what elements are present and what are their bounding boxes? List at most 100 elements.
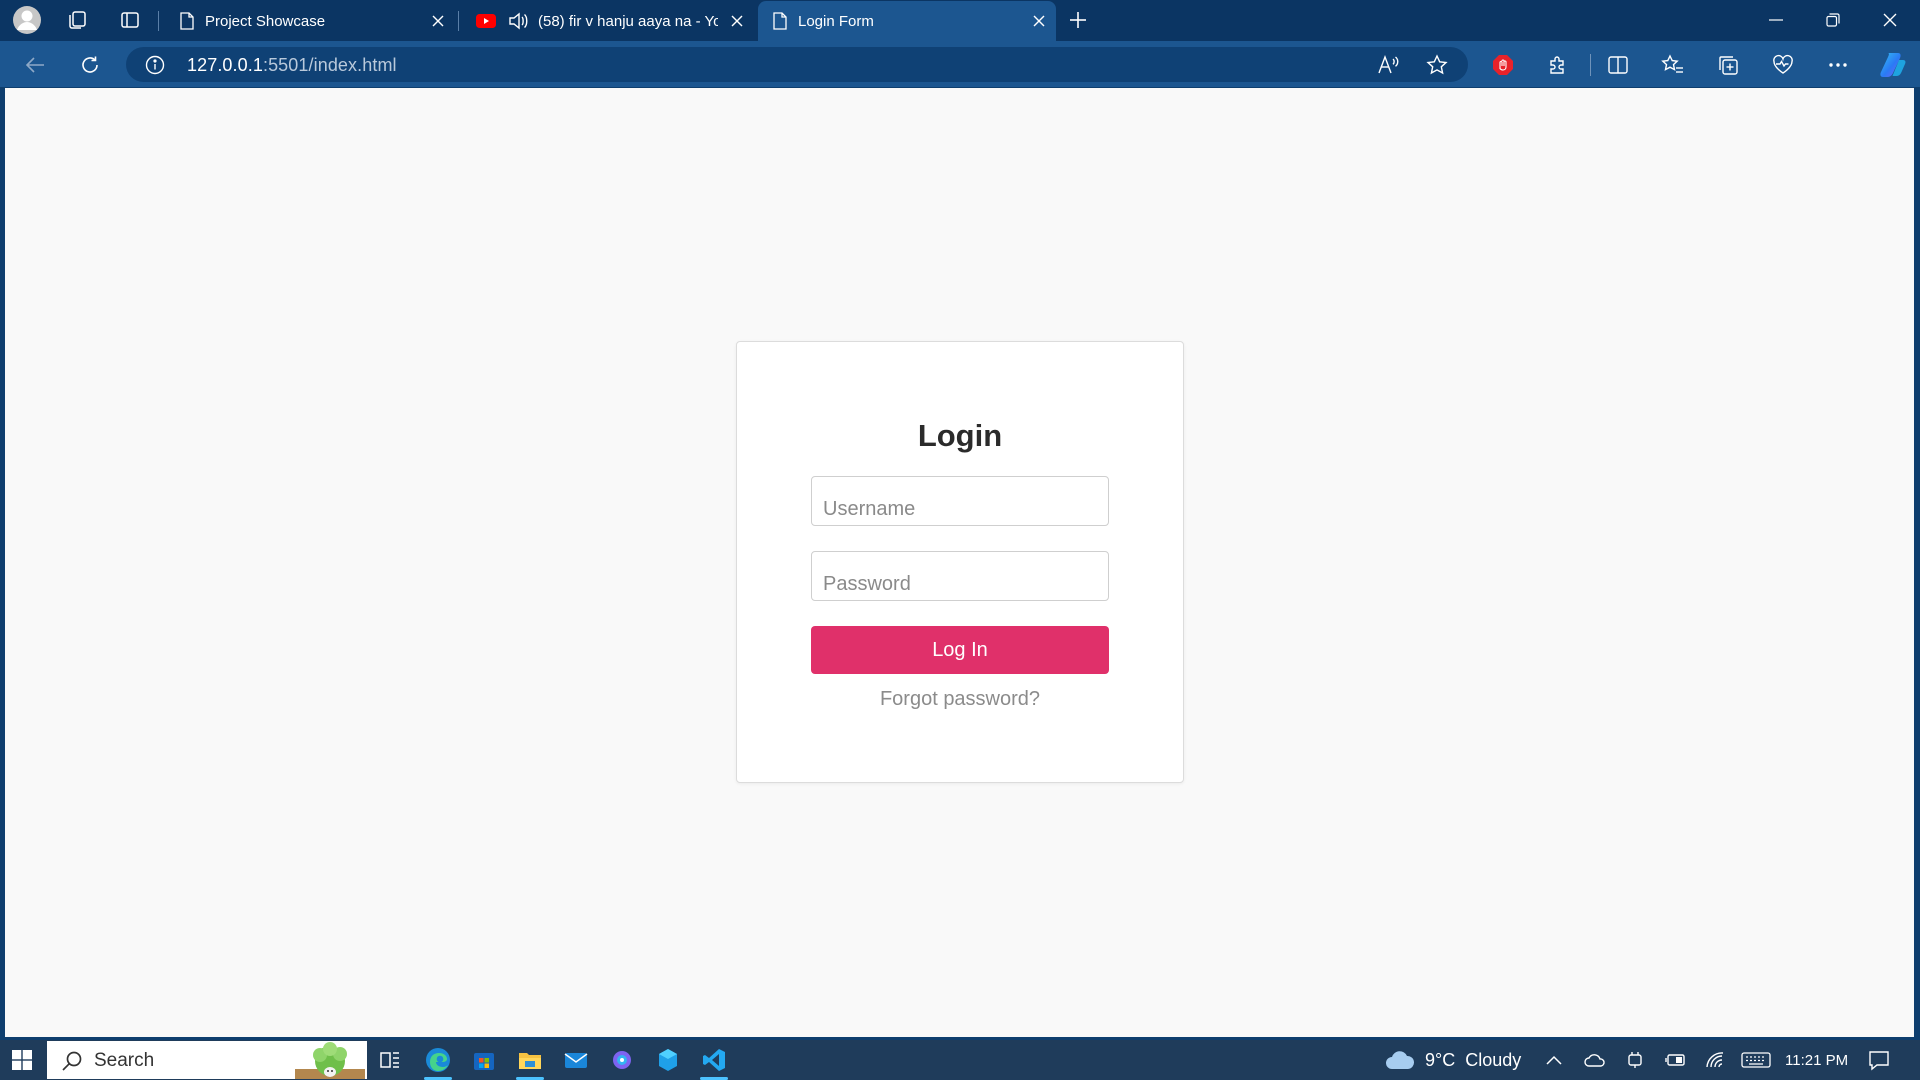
close-window-button[interactable]: [1862, 0, 1918, 40]
keyboard-icon: [1741, 1052, 1771, 1068]
device-icon: [1628, 1052, 1642, 1068]
refresh-button[interactable]: [73, 48, 107, 82]
login-title: Login: [917, 418, 1003, 453]
notification-icon: [1869, 1051, 1889, 1071]
edge-icon: [426, 1048, 450, 1072]
taskbar-edge[interactable]: [416, 1040, 460, 1080]
new-tab-button[interactable]: [1061, 3, 1095, 37]
tab-title: Project Showcase: [205, 12, 326, 30]
taskbar-edge-dev[interactable]: [646, 1040, 690, 1080]
edge-dev-icon: [659, 1049, 677, 1071]
meet-now-tray[interactable]: [1627, 1040, 1643, 1080]
url-path: :5501/index.html: [262, 55, 397, 75]
taskbar-file-explorer[interactable]: [508, 1040, 552, 1080]
forgot-password-link[interactable]: Forgot password?: [737, 688, 1183, 711]
address-bar[interactable]: 127.0.0.1:5501/index.html: [126, 47, 1468, 82]
read-aloud-icon[interactable]: [1377, 55, 1399, 75]
browser-essentials-button[interactable]: [1766, 48, 1800, 82]
close-icon[interactable]: [1030, 12, 1048, 30]
extensions-button[interactable]: [1541, 48, 1575, 82]
password-input[interactable]: [811, 551, 1109, 601]
windows-logo-icon: [12, 1050, 32, 1070]
taskbar-store[interactable]: [462, 1040, 506, 1080]
username-input[interactable]: [811, 476, 1109, 526]
back-button[interactable]: [18, 48, 52, 82]
heart-pulse-icon: [1773, 54, 1793, 74]
adblock-extension-button[interactable]: [1486, 48, 1520, 82]
chevron-up-icon: [1546, 1055, 1562, 1065]
tab-login-form[interactable]: Login Form: [758, 1, 1056, 41]
clock-time: 11:21 PM: [1785, 1051, 1849, 1069]
audio-playing-icon[interactable]: [508, 12, 528, 30]
tab-youtube[interactable]: (58) fir v hanju aaya na - YouTube: [462, 1, 754, 41]
split-screen-icon: [1608, 56, 1628, 74]
clock[interactable]: 11:21 PM: [1785, 1040, 1848, 1080]
close-icon[interactable]: [429, 12, 447, 30]
notifications-button[interactable]: [1868, 1040, 1890, 1080]
battery-tray[interactable]: [1665, 1040, 1687, 1080]
url-text[interactable]: 127.0.0.1:5501/index.html: [187, 55, 397, 76]
favorites-button[interactable]: [1656, 48, 1690, 82]
restore-button[interactable]: [1805, 0, 1861, 40]
site-info-icon[interactable]: [145, 55, 165, 75]
profile-avatar[interactable]: [10, 3, 44, 37]
tab-strip: Project Showcase (58) fir v hanju aaya n…: [0, 0, 1920, 41]
youtube-icon: [476, 14, 496, 28]
workspaces-icon: [69, 11, 86, 29]
login-button[interactable]: Log In: [811, 626, 1109, 674]
tab-project-showcase[interactable]: Project Showcase: [165, 1, 455, 41]
search-label: Search: [94, 1050, 155, 1071]
search-highlight-illustration-icon: [295, 1042, 365, 1079]
vscode-icon: [703, 1049, 725, 1071]
taskbar-mail[interactable]: [554, 1040, 598, 1080]
search-icon: [62, 1051, 82, 1071]
login-card: Login Log In Forgot password?: [736, 341, 1184, 783]
taskbar-search-box[interactable]: Search: [47, 1041, 367, 1079]
weather-condition: Cloudy: [1465, 1049, 1522, 1070]
plus-icon: [1070, 12, 1086, 28]
start-button[interactable]: [0, 1040, 44, 1080]
refresh-icon: [82, 56, 98, 73]
tab-title: Login Form: [798, 12, 874, 30]
mail-icon: [564, 1053, 588, 1068]
browser-toolbar: 127.0.0.1:5501/index.html: [0, 41, 1920, 87]
wifi-icon: [1706, 1052, 1724, 1068]
minimize-icon: [1769, 19, 1783, 21]
copilot-button[interactable]: [1876, 48, 1910, 82]
weather-temp: 9°C: [1425, 1049, 1456, 1070]
close-icon[interactable]: [728, 12, 746, 30]
keyboard-layout-tray[interactable]: [1741, 1040, 1771, 1080]
avatar-icon: [13, 6, 41, 34]
page-icon: [773, 12, 787, 30]
page-viewport: Login Log In Forgot password?: [5, 88, 1914, 1037]
store-icon: [474, 1053, 494, 1070]
collections-button[interactable]: [1711, 48, 1745, 82]
adblock-icon: [1493, 55, 1513, 75]
split-screen-button[interactable]: [1601, 48, 1635, 82]
close-icon: [1883, 13, 1897, 27]
task-view-button[interactable]: [368, 1040, 412, 1080]
tab-title: (58) fir v hanju aaya na - YouTube: [538, 12, 718, 30]
onedrive-tray[interactable]: [1584, 1040, 1606, 1080]
page-icon: [180, 12, 194, 30]
weather-widget[interactable]: 9°C Cloudy: [1384, 1040, 1521, 1080]
onedrive-cloud-icon: [1584, 1054, 1605, 1067]
minimize-button[interactable]: [1748, 0, 1804, 40]
favorites-icon: [1661, 54, 1683, 73]
vertical-tabs-button[interactable]: [113, 3, 147, 37]
settings-more-button[interactable]: [1821, 48, 1855, 82]
battery-icon: [1665, 1054, 1685, 1066]
wifi-tray[interactable]: [1706, 1040, 1726, 1080]
taskbar-copilot[interactable]: [600, 1040, 644, 1080]
file-explorer-icon: [519, 1053, 541, 1069]
tab-actions-icon: [121, 12, 139, 28]
taskbar-vscode[interactable]: [692, 1040, 736, 1080]
copilot-icon: [613, 1051, 631, 1069]
favorite-star-icon[interactable]: [1426, 54, 1448, 76]
workspaces-button[interactable]: [60, 3, 94, 37]
collections-icon: [1719, 56, 1738, 75]
url-host: 127.0.0.1: [187, 55, 263, 75]
more-dots-icon: [1829, 63, 1847, 67]
extensions-icon: [1550, 56, 1564, 74]
show-hidden-icons-button[interactable]: [1546, 1040, 1562, 1080]
